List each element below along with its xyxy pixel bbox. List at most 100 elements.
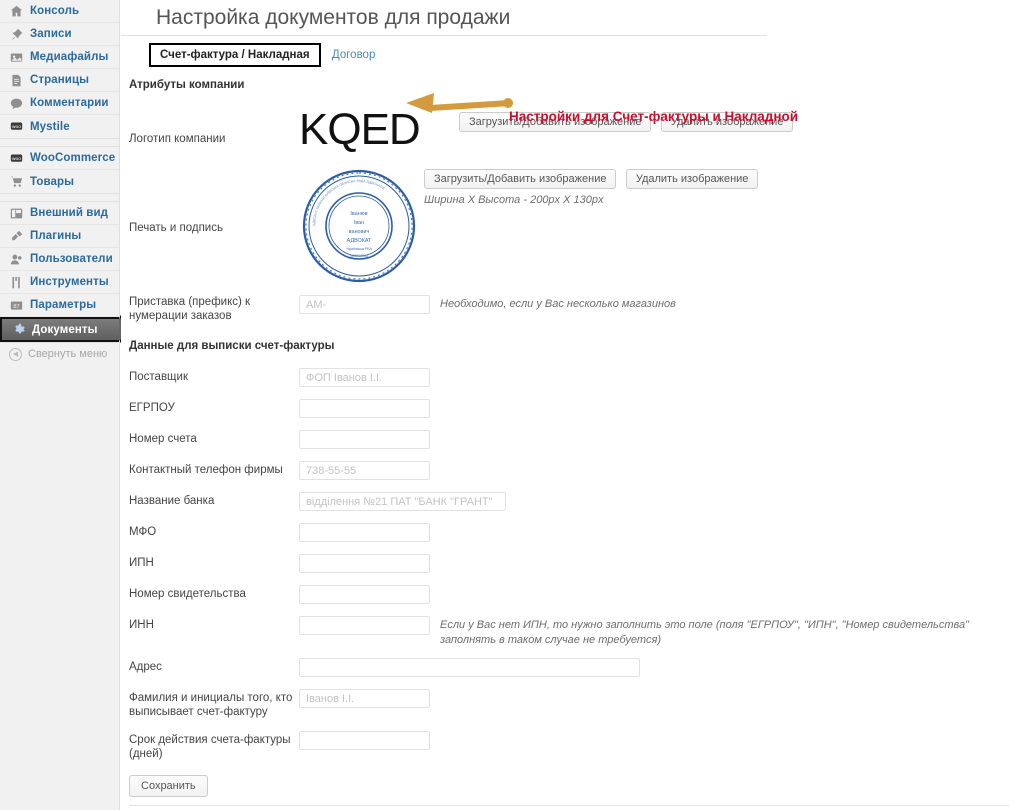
sidebar-item-label: Страницы xyxy=(30,74,90,86)
svg-text:АДВОКАТ: АДВОКАТ xyxy=(347,238,372,244)
field-input-wrap xyxy=(299,399,430,418)
field-input-wrap xyxy=(299,585,430,604)
field-row: ИНН Если у Вас нет ИПН, то нужно заполнит… xyxy=(129,616,1024,648)
prefix-input[interactable] xyxy=(299,295,430,314)
input-мфо[interactable] xyxy=(299,523,430,542)
field-label: Номер счета xyxy=(129,433,197,445)
stamp-buttons: Загрузить/Добавить изображение Удалить и… xyxy=(424,166,759,208)
prefix-row: Приставка (префикс) к нумерации заказов … xyxy=(129,295,1024,323)
field-label: ЕГРПОУ xyxy=(129,402,175,414)
sidebar-item-mystile[interactable]: woo Mystile xyxy=(0,115,119,138)
title-divider xyxy=(121,35,767,36)
tab-bar: Счет-фактура / Накладная Договор Настрой… xyxy=(121,43,1024,124)
sidebar-group: woo WooCommerce Товары xyxy=(0,147,119,194)
users-icon xyxy=(9,252,24,267)
pin-icon xyxy=(9,27,24,42)
sidebar-item-товары[interactable]: Товары xyxy=(0,170,119,193)
sidebar-item-записи[interactable]: Записи xyxy=(0,23,119,46)
collapse-menu-label: Свернуть меню xyxy=(28,348,108,360)
save-button[interactable]: Сохранить xyxy=(129,775,208,797)
input-адрес[interactable] xyxy=(299,658,640,677)
field-row: Номер свидетельства xyxy=(129,585,1024,604)
sidebar-item-плагины[interactable]: Плагины xyxy=(0,225,119,248)
svg-text:Іван: Іван xyxy=(354,220,364,226)
sidebar-item-label: Записи xyxy=(30,28,72,40)
tab-invoice[interactable]: Счет-фактура / Накладная xyxy=(149,43,321,67)
input-инн[interactable] xyxy=(299,616,430,635)
input-номер-свидетельства[interactable] xyxy=(299,585,430,604)
field-row: Номер счета xyxy=(129,430,1024,449)
sidebar-item-внешний-вид[interactable]: Внешний вид xyxy=(0,202,119,225)
sidebar-item-пользователи[interactable]: Пользователи xyxy=(0,248,119,271)
input-поставщик[interactable] xyxy=(299,368,430,387)
input-срок-действия-счета-фактуры-[interactable] xyxy=(299,731,430,750)
field-label: МФО xyxy=(129,526,157,538)
field-row: МФО xyxy=(129,523,1024,542)
cart-icon xyxy=(9,174,24,189)
field-label: ИПН xyxy=(129,557,154,569)
footer-divider xyxy=(129,805,1009,806)
field-label: Фамилия и инициалы того, кто выписывает … xyxy=(129,692,293,718)
field-row: ИПН xyxy=(129,554,1024,573)
sidebar-item-параметры[interactable]: 87 Параметры xyxy=(0,294,119,317)
input-номер-счета[interactable] xyxy=(299,430,430,449)
field-label: Название банка xyxy=(129,495,215,507)
page-icon xyxy=(9,73,24,88)
sidebar-item-label: WooCommerce xyxy=(30,152,116,164)
field-hint: Если у Вас нет ИПН, то нужно заполнить э… xyxy=(440,619,970,646)
sidebar-item-медиафайлы[interactable]: Медиафайлы xyxy=(0,46,119,69)
input-контактный-телефон-фирмы[interactable] xyxy=(299,461,430,480)
sidebar-item-label: Mystile xyxy=(30,120,70,133)
input-название-банка[interactable] xyxy=(299,492,506,511)
field-input-wrap xyxy=(299,430,430,449)
sidebar-item-консоль[interactable]: Консоль xyxy=(0,0,119,23)
sidebar-item-документы[interactable]: Документы xyxy=(0,315,134,343)
sidebar-item-label: Параметры xyxy=(30,299,97,311)
field-input-wrap xyxy=(299,689,430,708)
logo-label: Логотип компании xyxy=(129,133,226,145)
svg-text:000012345: 000012345 xyxy=(350,254,368,258)
svg-text:Українська РБА: Українська РБА xyxy=(346,247,373,251)
field-label: Срок действия счета-фактуры (дней) xyxy=(129,734,291,760)
field-input-wrap xyxy=(299,554,430,573)
field-input-wrap xyxy=(299,523,430,542)
upload-stamp-button[interactable]: Загрузить/Добавить изображение xyxy=(424,169,617,189)
field-input-wrap xyxy=(299,731,430,750)
stamp-size-hint: Ширина Х Высота - 200px X 130px xyxy=(424,194,604,206)
sidebar-item-label: Плагины xyxy=(30,230,82,242)
sidebar-item-woocommerce[interactable]: woo WooCommerce xyxy=(0,147,119,170)
stamp-seal-icon: Іванюв Іван ванович АДВОКАТ Українська Р… xyxy=(302,169,416,283)
input-ипн[interactable] xyxy=(299,554,430,573)
stamp-preview: Іванюв Іван ванович АДВОКАТ Українська Р… xyxy=(299,166,424,289)
sidebar-item-label: Документы xyxy=(32,323,98,336)
plugin-icon xyxy=(9,229,24,244)
svg-text:ванович: ванович xyxy=(349,229,370,235)
field-row: ЕГРПОУ xyxy=(129,399,1024,418)
woo-icon: woo xyxy=(9,119,24,134)
tools-icon xyxy=(9,275,24,290)
prefix-label: Приставка (префикс) к нумерации заказов xyxy=(129,296,251,322)
sidebar-item-label: Медиафайлы xyxy=(30,51,109,63)
field-label: Поставщик xyxy=(129,371,188,383)
chevron-left-icon: ◀ xyxy=(9,347,22,361)
field-label: Адрес xyxy=(129,661,162,673)
input-егрпоу[interactable] xyxy=(299,399,430,418)
field-row: Адрес xyxy=(129,658,1024,677)
sidebar-item-комментарии[interactable]: Комментарии xyxy=(0,92,119,115)
collapse-menu-button[interactable]: ◀ Свернуть меню xyxy=(0,343,119,365)
sidebar-item-label: Консоль xyxy=(30,5,80,17)
field-input-wrap xyxy=(299,461,430,480)
svg-text:woo: woo xyxy=(12,125,21,130)
field-row: Фамилия и инициалы того, кто выписывает … xyxy=(129,689,1024,719)
sidebar-item-страницы[interactable]: Страницы xyxy=(0,69,119,92)
field-label: ИНН xyxy=(129,619,154,631)
dashboard-icon xyxy=(9,4,24,19)
prefix-hint: Необходимо, если у Вас несколько магазин… xyxy=(440,298,676,310)
sidebar-item-label: Инструменты xyxy=(30,276,109,288)
field-row: Контактный телефон фирмы xyxy=(129,461,1024,480)
tab-contract[interactable]: Договор xyxy=(324,43,383,65)
delete-stamp-button[interactable]: Удалить изображение xyxy=(625,169,759,189)
input-фамилия-и-инициалы-того-кто-[interactable] xyxy=(299,689,430,708)
sidebar-group: Внешний вид Плагины Пользователи Инструмент… xyxy=(0,202,134,343)
sidebar-item-инструменты[interactable]: Инструменты xyxy=(0,271,119,294)
